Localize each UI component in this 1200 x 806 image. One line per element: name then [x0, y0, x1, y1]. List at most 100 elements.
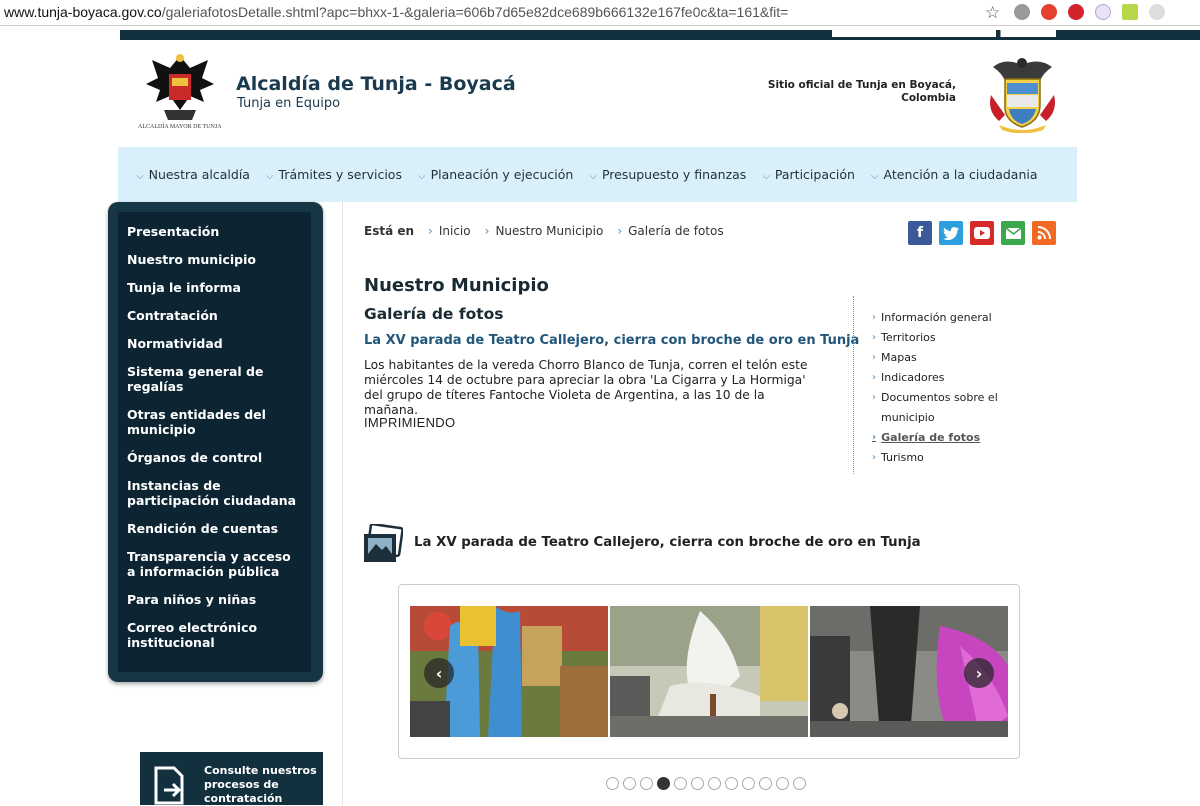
carousel-dot[interactable] [623, 777, 636, 790]
subnav-label: Galería de fotos [881, 431, 981, 444]
breadcrumb-link-inicio[interactable]: Inicio [439, 224, 471, 238]
email-icon[interactable] [1001, 221, 1025, 245]
wr-extension-icon[interactable] [1095, 4, 1111, 20]
subnav-item-informacion[interactable]: › Información general [872, 308, 1012, 328]
page-title: Nuestro Municipio [364, 275, 549, 296]
article-title-link[interactable]: La XV parada de Teatro Callejero, cierra… [364, 333, 859, 348]
subnav-label: Documentos sobre el municipio [881, 391, 998, 424]
carousel-dot[interactable] [742, 777, 755, 790]
tomato-extension-icon[interactable] [1041, 4, 1057, 20]
nav-label: Atención a la ciudadania [883, 167, 1038, 182]
twitter-icon[interactable] [939, 221, 963, 245]
bookmark-star-icon[interactable]: ☆ [985, 3, 1000, 23]
plant-extension-icon[interactable] [1122, 4, 1138, 20]
nav-presupuesto[interactable]: ⌵ Presupuesto y finanzas [589, 167, 746, 182]
breadcrumb-link-municipio[interactable]: Nuestro Municipio [495, 224, 603, 238]
crest-caption: ALCALDÍA MAYOR DE TUNJA [138, 124, 222, 130]
breadcrumb-lead: Está en [364, 224, 415, 238]
pinterest-icon[interactable] [1068, 4, 1084, 20]
carousel-dot[interactable] [606, 777, 619, 790]
subnav-label: Indicadores [881, 371, 945, 384]
chevron-right-icon: › [872, 312, 876, 323]
sidebar-item-regalias[interactable]: Sistema general de regalías [127, 364, 297, 394]
subnav-item-turismo[interactable]: › Turismo [872, 448, 1012, 468]
sidebar-item-nuestro-municipio[interactable]: Nuestro municipio [127, 252, 297, 267]
chevron-right-icon: › [484, 224, 490, 238]
carousel-dot[interactable] [759, 777, 772, 790]
url-path: /galeriafotosDetalle.shtml?apc=bhxx-1-&g… [161, 4, 789, 20]
nav-tramites[interactable]: ⌵ Trámites y servicios [266, 167, 402, 182]
carousel-dot[interactable] [776, 777, 789, 790]
carousel-dot[interactable] [674, 777, 687, 790]
chevron-down-icon: ⌵ [265, 171, 274, 182]
gallery-title: La XV parada de Teatro Callejero, cierra… [414, 535, 921, 550]
nav-nuestra-alcaldia[interactable]: ⌵ Nuestra alcaldía [136, 167, 250, 182]
extension-icon[interactable] [1014, 4, 1030, 20]
subnav-item-mapas[interactable]: › Mapas [872, 348, 1012, 368]
url-text[interactable]: www.tunja-boyaca.gov.co/galeriafotosDeta… [4, 4, 788, 20]
sidebar-item-ninos[interactable]: Para niños y niñas [127, 592, 297, 607]
subnav-label: Turismo [881, 451, 924, 464]
breadcrumb-item[interactable]: › Nuestro Municipio [485, 224, 604, 238]
carousel-dot[interactable] [725, 777, 738, 790]
carousel-pagination [606, 777, 806, 790]
sidebar-item-presentacion[interactable]: Presentación [127, 224, 297, 239]
section-title: Galería de fotos [364, 305, 504, 323]
search-button[interactable] [1000, 30, 1056, 37]
carousel-dot[interactable] [640, 777, 653, 790]
carousel-next-button[interactable]: › [964, 658, 994, 688]
nav-planeacion[interactable]: ⌵ Planeación y ejecución [418, 167, 573, 182]
sidebar-item-normatividad[interactable]: Normatividad [127, 336, 297, 351]
gallery-photo[interactable] [610, 606, 808, 737]
photo-carousel: ‹ › [398, 584, 1020, 759]
consult-contracting-banner[interactable]: Consulte nuestros procesos de contrataci… [140, 752, 323, 805]
sidebar-item-contratacion[interactable]: Contratación [127, 308, 297, 323]
breadcrumb-item[interactable]: › Galería de fotos [617, 224, 723, 238]
subnav-item-galeria[interactable]: › Galería de fotos [872, 428, 1012, 448]
nav-participacion[interactable]: ⌵ Participación [762, 167, 855, 182]
carousel-dot[interactable] [657, 777, 670, 790]
carousel-dot[interactable] [708, 777, 721, 790]
chevron-right-icon: › [872, 452, 876, 463]
consult-line: contratación [204, 792, 283, 805]
nav-label: Participación [774, 167, 855, 182]
browser-address-bar[interactable]: www.tunja-boyaca.gov.co/galeriafotosDeta… [0, 0, 1200, 26]
subnav-label: Territorios [881, 331, 936, 344]
search-input[interactable] [832, 30, 996, 37]
nav-label: Planeación y ejecución [430, 167, 574, 182]
subnav-item-documentos[interactable]: › Documentos sobre el municipio [872, 388, 1012, 428]
nav-label: Nuestra alcaldía [148, 167, 250, 182]
breadcrumb-item[interactable]: › Inicio [428, 224, 471, 238]
a-extension-icon[interactable] [1149, 4, 1165, 20]
main-navigation: ⌵ Nuestra alcaldía ⌵ Trámites y servicios … [118, 147, 1077, 202]
content-divider [342, 202, 343, 805]
youtube-icon[interactable] [970, 221, 994, 245]
site-subtitle: Tunja en Equipo [237, 96, 341, 111]
breadcrumb: Está en › Inicio › Nuestro Municipio › Gale… [364, 224, 724, 238]
site-title[interactable]: Alcaldía de Tunja - Boyacá [236, 73, 516, 95]
carousel-prev-button[interactable]: ‹ [424, 658, 454, 688]
official-line: Sitio oficial de Tunja en Boyacá, [767, 79, 956, 91]
nav-atencion[interactable]: ⌵ Atención a la ciudadania [871, 167, 1038, 182]
facebook-icon[interactable]: f [908, 221, 932, 245]
sidebar-item-rendicion[interactable]: Rendición de cuentas [127, 521, 297, 536]
carousel-dot[interactable] [691, 777, 704, 790]
chevron-down-icon: ⌵ [589, 171, 597, 182]
tunja-crest-logo[interactable] [140, 50, 220, 135]
breadcrumb-link-galeria[interactable]: Galería de fotos [628, 224, 723, 238]
document-arrow-icon [154, 766, 184, 805]
chevron-right-icon: › [428, 224, 433, 238]
sidebar-item-correo[interactable]: Correo electrónico institucional [127, 620, 297, 650]
subnav-item-indicadores[interactable]: › Indicadores [872, 368, 1012, 388]
carousel-dot[interactable] [793, 777, 806, 790]
rss-icon[interactable] [1032, 221, 1056, 245]
sidebar-item-tunja-le-informa[interactable]: Tunja le informa [127, 280, 297, 295]
sidebar-item-instancias[interactable]: Instancias de participación ciudadana [127, 478, 297, 508]
subnav-item-territorios[interactable]: › Territorios [872, 328, 1012, 348]
chevron-down-icon: ⌵ [762, 171, 770, 182]
sidebar-item-organos-control[interactable]: Órganos de control [127, 450, 297, 465]
url-host: www.tunja-boyaca.gov.co [4, 4, 162, 20]
sidebar-item-otras-entidades[interactable]: Otras entidades del municipio [127, 407, 297, 437]
municipio-subnav: › Información general › Territorios › Mapas… [872, 308, 1012, 468]
sidebar-item-transparencia[interactable]: Transparencia y acceso a información púb… [127, 549, 297, 579]
